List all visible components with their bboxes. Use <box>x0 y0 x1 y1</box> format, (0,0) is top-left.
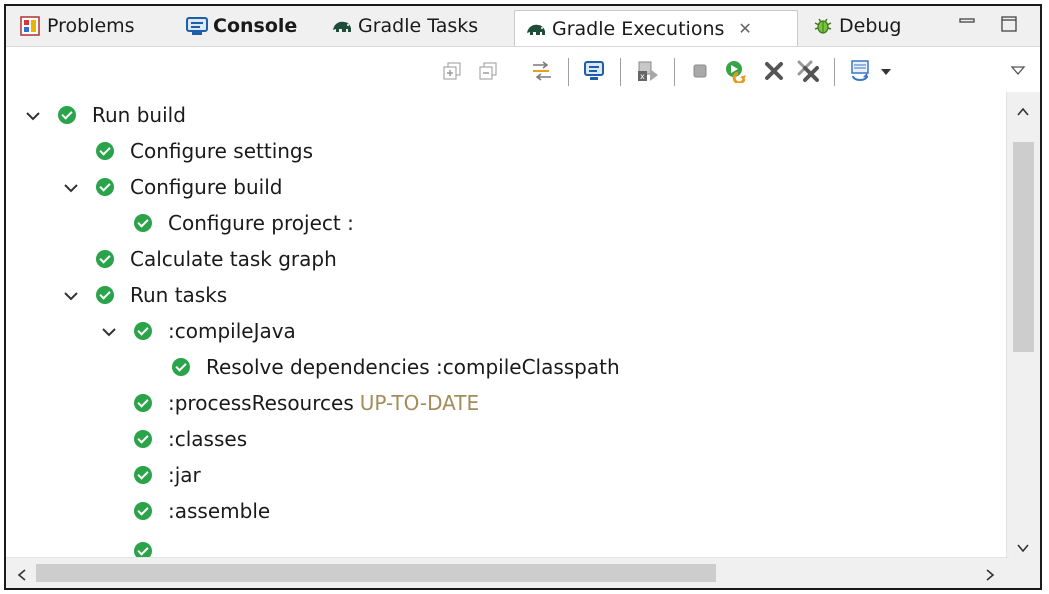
tree-item-label: Resolve dependencies :compileClasspath <box>206 355 620 379</box>
stop-icon[interactable] <box>688 59 712 83</box>
horizontal-scrollbar[interactable] <box>6 557 1009 588</box>
vertical-scroll-thumb[interactable] <box>1013 142 1034 352</box>
tree-item[interactable]: :jar <box>100 458 201 492</box>
expand-all-icon[interactable] <box>440 59 464 83</box>
tree-item[interactable]: Resolve dependencies :compileClasspath <box>138 350 620 384</box>
scroll-right-icon[interactable] <box>984 566 996 587</box>
tree-item[interactable]: :compileJava <box>100 314 296 348</box>
chevron-down-icon[interactable] <box>24 106 42 124</box>
view-menu-icon[interactable] <box>1006 59 1030 83</box>
console-icon <box>186 16 208 36</box>
debug-bug-icon <box>812 16 832 36</box>
success-check-icon <box>134 466 152 484</box>
chevron-down-icon[interactable] <box>62 178 80 196</box>
gradle-executions-view: Problems Console Gradle Tasks Gradle Exe… <box>4 4 1042 590</box>
tree-item[interactable]: Configure project : <box>100 206 354 240</box>
tree-item-label: Configure build <box>130 175 283 199</box>
tab-label: Debug <box>839 15 902 37</box>
success-check-icon <box>96 178 114 196</box>
success-check-icon <box>96 250 114 268</box>
chevron-down-icon[interactable] <box>874 59 898 83</box>
maximize-icon[interactable] <box>1000 16 1018 32</box>
tab-label: Gradle Executions <box>552 17 725 40</box>
task-status-label: UP-TO-DATE <box>359 391 480 415</box>
collapse-all-icon[interactable] <box>476 59 500 83</box>
tree-item-label: :jar <box>168 463 201 487</box>
tree-item[interactable]: :processResources UP-TO-DATE <box>100 386 479 420</box>
tree-item[interactable]: :classes <box>100 422 247 456</box>
close-tab-icon[interactable]: ✕ <box>738 19 751 38</box>
tree-item[interactable]: Configure settings <box>62 134 313 168</box>
success-check-icon <box>58 106 76 124</box>
tree-item-label: :classes <box>168 427 248 451</box>
success-check-icon <box>134 502 152 520</box>
remove-all-icon[interactable] <box>796 59 820 83</box>
tree-item-label: :compileJava <box>168 319 296 343</box>
remove-icon[interactable] <box>762 59 786 83</box>
tab-label: Gradle Tasks <box>358 15 479 37</box>
tree-item[interactable]: Configure build <box>62 170 282 204</box>
scroll-down-icon[interactable] <box>1016 538 1030 559</box>
scrollbar-corner <box>1007 558 1040 588</box>
link-with-console-icon[interactable] <box>530 59 554 83</box>
tree-item-label: Configure settings <box>130 139 314 163</box>
horizontal-scroll-thumb[interactable] <box>36 564 716 582</box>
tab-gradle-tasks[interactable]: Gradle Tasks <box>331 10 478 42</box>
chevron-down-icon[interactable] <box>100 322 118 340</box>
tree-item[interactable]: Calculate task graph <box>62 242 337 276</box>
select-page-icon[interactable] <box>848 59 872 83</box>
tree-item[interactable]: :assemble <box>100 494 270 528</box>
view-tab-bar: Problems Console Gradle Tasks Gradle Exe… <box>6 6 1040 47</box>
tree-item-label: :processResources <box>168 391 354 415</box>
toolbar-separator <box>834 58 835 86</box>
tree-item[interactable]: Run build <box>24 98 186 132</box>
success-check-icon <box>134 214 152 232</box>
success-check-icon <box>134 430 152 448</box>
success-check-icon <box>172 358 190 376</box>
minimize-icon[interactable] <box>958 16 976 32</box>
gradle-elephant-icon <box>331 16 351 36</box>
gradle-elephant-icon <box>525 19 545 39</box>
tab-debug[interactable]: Debug <box>812 10 901 42</box>
success-check-icon <box>134 322 152 340</box>
tab-label: Console <box>213 15 298 37</box>
tab-problems[interactable]: Problems <box>20 10 135 42</box>
toolbar-separator <box>568 58 569 86</box>
chevron-down-icon[interactable] <box>62 286 80 304</box>
remove-execution-icon[interactable]: x <box>636 59 660 83</box>
scroll-up-icon[interactable] <box>1016 102 1030 123</box>
scroll-left-icon[interactable] <box>16 566 28 587</box>
success-check-icon <box>96 142 114 160</box>
tab-label: Problems <box>47 15 135 37</box>
success-check-icon <box>96 286 114 304</box>
tree-item-label: Run tasks <box>130 283 228 307</box>
problems-icon <box>20 16 40 36</box>
tree-item-label: Run build <box>92 103 186 127</box>
rerun-build-icon[interactable] <box>724 59 748 83</box>
svg-text:x: x <box>640 72 645 81</box>
success-check-icon <box>134 394 152 412</box>
tree-item-label: Configure project : <box>168 211 354 235</box>
tab-gradle-executions[interactable]: Gradle Executions ✕ <box>514 10 798 46</box>
show-console-icon[interactable] <box>582 59 606 83</box>
toolbar-separator <box>620 58 621 86</box>
execution-tree: Run build Configure settings Configure bui… <box>6 92 1009 564</box>
vertical-scrollbar[interactable] <box>1006 92 1040 564</box>
tab-console[interactable]: Console <box>186 10 297 42</box>
view-toolbar: x <box>6 50 1040 92</box>
tree-item-label: :assemble <box>168 499 271 523</box>
tree-item-label: Calculate task graph <box>130 247 337 271</box>
tree-item[interactable]: Run tasks <box>62 278 227 312</box>
toolbar-separator <box>674 58 675 86</box>
